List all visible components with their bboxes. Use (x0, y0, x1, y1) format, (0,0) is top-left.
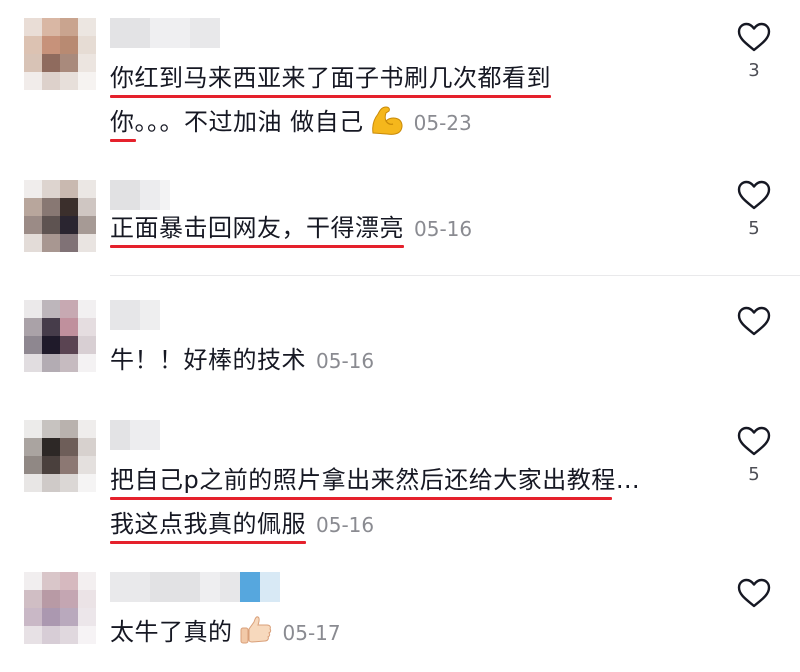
avatar[interactable] (24, 180, 96, 252)
heart-icon (737, 426, 771, 456)
comment-date: 05-23 (413, 111, 472, 135)
comment-text: 把自己p之前的照片拿出来然后还给大家出教程… 我这点我真的佩服 05-16 (110, 458, 640, 547)
red-underline (110, 139, 136, 142)
comment-date: 05-17 (282, 621, 341, 645)
comment-line: 你。。。不过加油 做自己 (110, 100, 364, 144)
thumbs-up-icon (239, 614, 273, 660)
avatar[interactable] (24, 300, 96, 372)
like-count: 5 (748, 218, 760, 239)
comment-line: 太牛了真的 (110, 618, 233, 646)
username-blurred[interactable] (110, 300, 160, 330)
like-button[interactable]: 3 (734, 22, 774, 81)
comment-date: 05-16 (316, 513, 375, 537)
like-count: 3 (748, 60, 760, 81)
comment-line: 牛！！好棒的技术 (110, 346, 306, 374)
comment-item: 正面暴击回网友，干得漂亮 05-16 5 (0, 180, 800, 260)
comment-line: 我这点我真的佩服 (110, 502, 306, 546)
username-blurred[interactable] (110, 572, 280, 602)
comment-item: 把自己p之前的照片拿出来然后还给大家出教程… 我这点我真的佩服 05-16 5 (0, 420, 800, 550)
comment-item: 太牛了真的 05-17 (0, 572, 800, 662)
divider (110, 275, 800, 276)
red-underline (110, 95, 551, 98)
username-blurred[interactable] (110, 18, 220, 48)
avatar[interactable] (24, 18, 96, 90)
red-underline (110, 497, 613, 500)
comment-date: 05-16 (316, 349, 375, 373)
avatar[interactable] (24, 572, 96, 644)
like-button[interactable] (734, 306, 774, 336)
comment-item: 牛！！好棒的技术 05-16 (0, 300, 800, 380)
heart-icon (737, 22, 771, 52)
comment-line: 正面暴击回网友，干得漂亮 (110, 206, 404, 250)
flexed-biceps-icon (370, 104, 404, 150)
comment-date: 05-16 (414, 217, 473, 241)
red-underline (110, 245, 404, 248)
like-button[interactable]: 5 (734, 426, 774, 485)
comment-text: 正面暴击回网友，干得漂亮 05-16 (110, 206, 472, 251)
comment-line: 你红到马来西亚来了面子书刷几次都看到 (110, 56, 551, 100)
red-underline (110, 541, 306, 544)
comment-line: 把自己p之前的照片拿出来然后还给大家出教程… (110, 458, 640, 502)
avatar[interactable] (24, 420, 96, 492)
comment-text: 太牛了真的 05-17 (110, 610, 341, 660)
heart-icon (737, 306, 771, 336)
like-button[interactable] (734, 578, 774, 608)
like-count: 5 (748, 464, 760, 485)
comment-item: 你红到马来西亚来了面子书刷几次都看到 你。。。不过加油 做自己 05-23 3 (0, 18, 800, 142)
heart-icon (737, 578, 771, 608)
like-button[interactable]: 5 (734, 180, 774, 239)
username-blurred[interactable] (110, 420, 160, 450)
heart-icon (737, 180, 771, 210)
comment-text: 牛！！好棒的技术 05-16 (110, 338, 374, 383)
comment-text: 你红到马来西亚来了面子书刷几次都看到 你。。。不过加油 做自己 05-23 (110, 56, 551, 150)
